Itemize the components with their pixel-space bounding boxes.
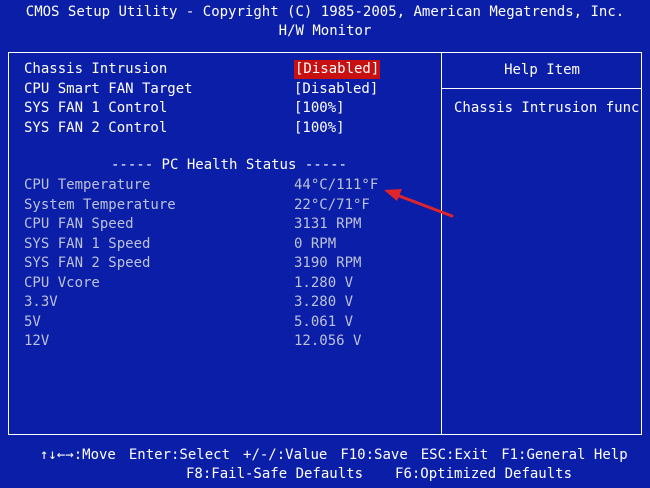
setting-label: CPU Smart FAN Target (24, 80, 193, 97)
key-value: +/-/:Value (243, 447, 328, 463)
health-row-cpu-temperature: CPU Temperature 44°C/111°F (24, 176, 434, 196)
key-save: F10:Save (340, 447, 408, 463)
health-label: 5V (24, 313, 41, 330)
key-select: Enter:Select (128, 447, 231, 463)
health-row-12v: 12V 12.056 V (24, 332, 434, 352)
health-value: 12.056 V (294, 333, 362, 349)
health-value: 22°C/71°F (294, 196, 370, 213)
help-title: Help Item (504, 62, 580, 78)
health-label: System Temperature (24, 196, 176, 213)
health-value: 44°C/111°F (294, 177, 379, 193)
setting-cpu-smart-fan-target[interactable]: CPU Smart FAN Target [Disabled] (24, 80, 434, 100)
annotation-arrow-icon (384, 189, 454, 218)
health-value: 5.061 V (294, 313, 354, 330)
setting-value[interactable]: [Disabled] (294, 80, 378, 99)
health-label: CPU FAN Speed (24, 216, 134, 232)
health-label: CPU Temperature (24, 177, 151, 193)
setting-label: SYS FAN 2 Control (24, 119, 168, 136)
key-fail-safe-defaults: F8:Fail-Safe Defaults (186, 466, 364, 482)
health-label: 3.3V (24, 294, 58, 310)
health-row-5v: 5V 5.061 V (24, 313, 434, 333)
app-title: CMOS Setup Utility - Copyright (C) 1985-… (25, 4, 625, 20)
section-heading: ----- PC Health Status ----- (110, 157, 347, 173)
title-bar: CMOS Setup Utility - Copyright (C) 1985-… (0, 0, 650, 42)
health-value: 3.280 V (294, 294, 354, 310)
setting-label: SYS FAN 1 Control (24, 100, 168, 116)
health-label: 12V (24, 333, 50, 349)
health-value: 3190 RPM (294, 255, 362, 271)
setting-sys-fan-2-control[interactable]: SYS FAN 2 Control [100%] (24, 119, 434, 139)
settings-list: Chassis Intrusion [Disabled] CPU Smart F… (24, 60, 434, 138)
setting-value[interactable]: [100%] (294, 119, 345, 138)
health-value: 0 RPM (294, 235, 337, 252)
setting-label: Chassis Intrusion (24, 61, 168, 77)
health-row-sys-fan-2-speed: SYS FAN 2 Speed 3190 RPM (24, 254, 434, 274)
key-optimized-defaults: F6:Optimized Defaults (395, 466, 573, 482)
panel-divider (441, 52, 442, 435)
help-divider (441, 88, 642, 89)
health-label: SYS FAN 2 Speed (24, 255, 151, 271)
health-label: CPU Vcore (24, 274, 100, 291)
setting-sys-fan-1-control[interactable]: SYS FAN 1 Control [100%] (24, 99, 434, 119)
setting-value[interactable]: [Disabled] (294, 60, 381, 79)
help-text: Chassis Intrusion func (454, 100, 640, 116)
setting-chassis-intrusion[interactable]: Chassis Intrusion [Disabled] (24, 60, 434, 80)
health-value: 3131 RPM (294, 216, 362, 232)
health-row-cpu-vcore: CPU Vcore 1.280 V (24, 274, 434, 294)
setting-value[interactable]: [100%] (294, 99, 345, 118)
key-general-help: F1:General Help (501, 447, 628, 463)
health-label: SYS FAN 1 Speed (24, 235, 151, 252)
key-move: ↑↓←→:Move (40, 447, 116, 463)
health-row-sys-fan-1-speed: SYS FAN 1 Speed 0 RPM (24, 235, 434, 255)
key-exit: ESC:Exit (420, 447, 489, 463)
page-title: H/W Monitor (278, 23, 372, 39)
health-row-3-3v: 3.3V 3.280 V (24, 293, 434, 313)
health-row-cpu-fan-speed: CPU FAN Speed 3131 RPM (24, 215, 434, 235)
health-status-list: CPU Temperature 44°C/111°F System Temper… (24, 176, 434, 352)
health-value: 1.280 V (294, 274, 354, 291)
health-row-system-temperature: System Temperature 22°C/71°F (24, 196, 434, 216)
